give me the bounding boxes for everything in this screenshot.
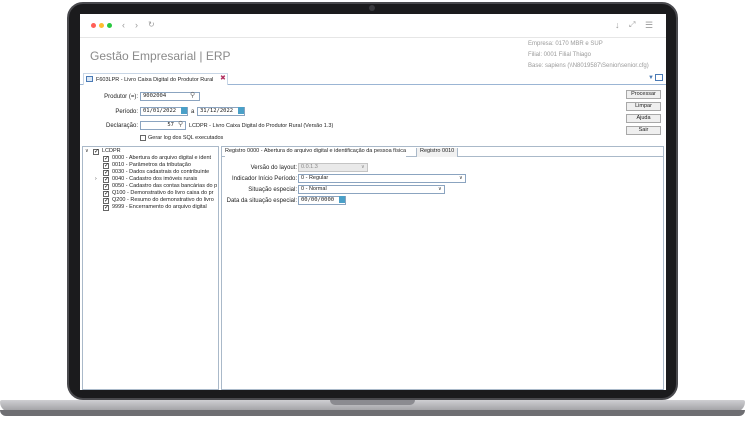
laptop-base-lip bbox=[0, 410, 745, 416]
tree-item[interactable]: 9999 - Encerramento do arquivo digital bbox=[112, 204, 207, 211]
detail-tab-bar: Registro 0000 - Abertura do arquivo digi… bbox=[222, 147, 663, 157]
chevron-down-icon: ∨ bbox=[361, 164, 365, 170]
tab-registro-0010[interactable]: Registro 0010 bbox=[416, 148, 459, 157]
produtor-label: Produtor (=): bbox=[104, 94, 138, 100]
close-dot-icon[interactable] bbox=[91, 23, 96, 28]
browser-toolbar: ‹ › ↻ ↓ ⤢ ☰ bbox=[80, 14, 666, 38]
search-icon[interactable]: ⚲ bbox=[190, 92, 195, 100]
tree-item-checkbox[interactable]: ✓ bbox=[103, 177, 109, 183]
periodo-separator: a bbox=[191, 109, 195, 115]
tree-item[interactable]: Q100 - Demonstrativo do livro caixa do p… bbox=[112, 190, 218, 197]
situacao-label: Situação especial: bbox=[248, 187, 297, 193]
limpar-button[interactable]: Limpar bbox=[626, 102, 661, 111]
tab-registro-0000[interactable]: Registro 0000 - Abertura do arquivo digi… bbox=[225, 148, 406, 157]
laptop-notch bbox=[330, 400, 415, 405]
close-tab-icon[interactable]: ✖ bbox=[220, 75, 226, 83]
ajuda-button[interactable]: Ajuda bbox=[626, 114, 661, 123]
expand-icon[interactable]: ⤢ bbox=[629, 20, 635, 30]
reload-icon[interactable]: ↻ bbox=[148, 20, 155, 30]
tab-f603lpr[interactable]: F603LPR - Livro Caixa Digital do Produto… bbox=[83, 73, 228, 85]
tree-item-checkbox[interactable]: ✓ bbox=[103, 191, 109, 197]
download-icon[interactable]: ↓ bbox=[615, 20, 620, 30]
situacao-select[interactable]: 0 - Normal bbox=[298, 185, 445, 194]
tree-item-checkbox[interactable]: ✓ bbox=[103, 184, 109, 190]
processar-button[interactable]: Processar bbox=[626, 90, 661, 99]
search-icon[interactable]: ⚲ bbox=[178, 121, 183, 129]
app-title: Gestão Empresarial | ERP bbox=[90, 49, 231, 63]
chevron-down-icon[interactable]: ▼ bbox=[648, 74, 654, 82]
log-checkbox[interactable] bbox=[140, 135, 146, 141]
log-label: Gerar log dos SQL executados bbox=[148, 135, 224, 141]
restore-window-icon[interactable] bbox=[655, 74, 663, 81]
calendar-icon[interactable] bbox=[238, 107, 244, 114]
company-info: Empresa: 0170 MBR e SUP bbox=[528, 41, 603, 47]
tree-item-checkbox[interactable]: ✓ bbox=[103, 163, 109, 169]
chevron-right-icon[interactable]: › bbox=[95, 176, 97, 183]
maximize-dot-icon[interactable] bbox=[107, 23, 112, 28]
detail-panel: Registro 0000 - Abertura do arquivo digi… bbox=[221, 146, 664, 390]
branch-info: Filial: 0001 Filial Thiago bbox=[528, 52, 591, 58]
declaracao-description: LCDPR - Livro Caixa Digital do Produtor … bbox=[189, 123, 334, 129]
base-info: Base: sapiens (\\N8019587\Senior\senior.… bbox=[528, 63, 649, 69]
tree-root-checkbox[interactable]: ✓ bbox=[93, 149, 99, 155]
tree-item-checkbox[interactable]: ✓ bbox=[103, 198, 109, 204]
back-icon[interactable]: ‹ bbox=[122, 20, 125, 30]
camera-icon bbox=[369, 5, 375, 11]
tab-bar: F603LPR - Livro Caixa Digital do Produto… bbox=[80, 72, 666, 85]
declaracao-label: Declaração: bbox=[105, 123, 138, 129]
tree-item[interactable]: 0050 - Cadastro das contas bancárias do … bbox=[112, 183, 218, 190]
tree-panel: ∨ ✓ LCDPR ✓ 0000 - Abertura do arquivo d… bbox=[82, 146, 219, 390]
sair-button[interactable]: Sair bbox=[626, 126, 661, 135]
tree-item[interactable]: 0010 - Parâmetros da tributação bbox=[112, 162, 191, 169]
calendar-icon[interactable] bbox=[339, 196, 345, 203]
window-icon bbox=[86, 76, 93, 82]
forward-icon[interactable]: › bbox=[135, 20, 138, 30]
tree-item[interactable]: 0030 - Dados cadastrais do contribuinte bbox=[112, 169, 209, 176]
chevron-down-icon[interactable]: ∨ bbox=[438, 185, 442, 193]
indicador-select[interactable]: 0 - Regular bbox=[298, 174, 466, 183]
tab-label: F603LPR - Livro Caixa Digital do Produto… bbox=[96, 77, 214, 83]
chevron-down-icon[interactable]: ∨ bbox=[85, 148, 89, 155]
chevron-down-icon[interactable]: ∨ bbox=[459, 174, 463, 182]
data-situacao-label: Data da situação especial: bbox=[226, 198, 297, 204]
screen: ‹ › ↻ ↓ ⤢ ☰ Gestão Empresarial | ERP Emp… bbox=[80, 14, 666, 390]
indicador-label: Indicador Início Período: bbox=[231, 176, 297, 182]
tree-item-checkbox[interactable]: ✓ bbox=[103, 205, 109, 211]
calendar-icon[interactable] bbox=[181, 107, 187, 114]
menu-icon[interactable]: ☰ bbox=[645, 20, 653, 30]
tree-item[interactable]: 0040 - Cadastro dos imóveis rurais bbox=[112, 176, 197, 183]
periodo-label: Período: bbox=[115, 109, 138, 115]
tree-root-label[interactable]: LCDPR bbox=[102, 148, 121, 155]
tree-item[interactable]: Q200 - Resumo do demonstrativo do livro bbox=[112, 197, 218, 204]
tree-item-checkbox[interactable]: ✓ bbox=[103, 170, 109, 176]
versao-select: 0.0.1.3 bbox=[298, 163, 368, 172]
versao-label: Versão do layout: bbox=[250, 165, 297, 171]
tree-item-checkbox[interactable]: ✓ bbox=[103, 156, 109, 162]
tree-item[interactable]: 0000 - Abertura do arquivo digital e ide… bbox=[112, 155, 212, 162]
minimize-dot-icon[interactable] bbox=[99, 23, 104, 28]
